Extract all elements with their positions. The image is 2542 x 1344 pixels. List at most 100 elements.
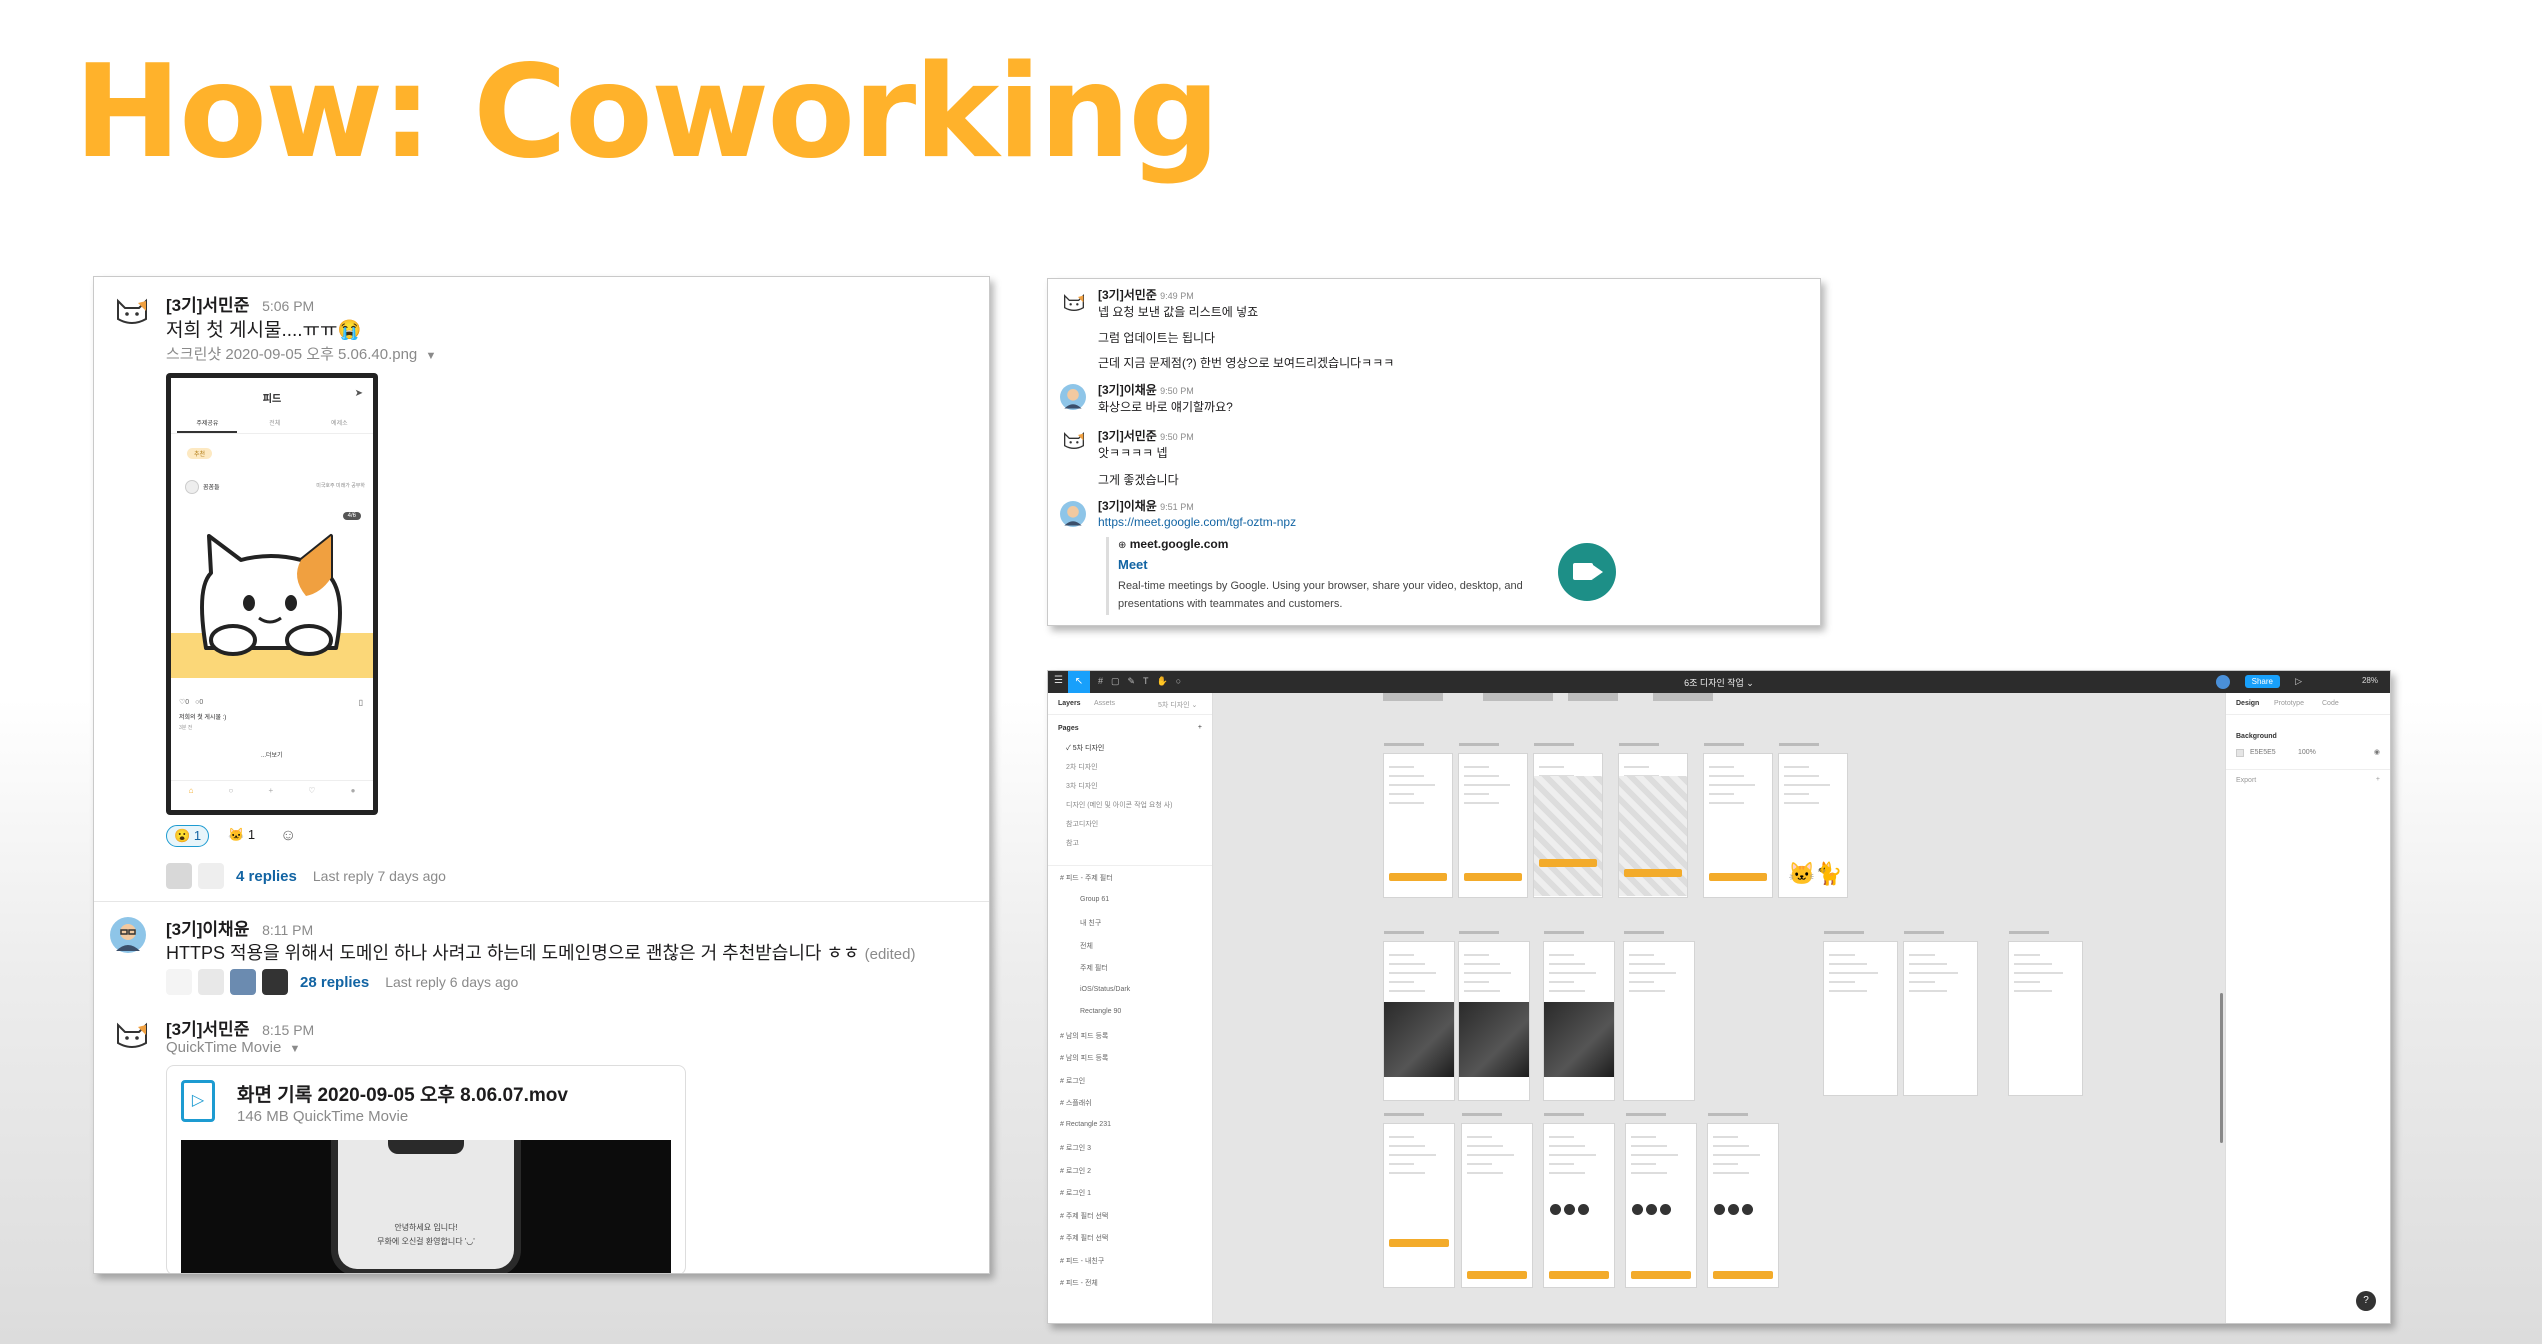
tab-design[interactable]: Design <box>2236 700 2259 707</box>
file-name[interactable]: 화면 기록 2020-09-05 오후 8.06.07.mov <box>237 1080 568 1107</box>
figma-layer-item[interactable]: # 피드 - 내친구 <box>1060 1256 1130 1279</box>
figma-page-item[interactable]: ✓ 5차 디자인 <box>1066 743 1173 762</box>
tab-layers[interactable]: Layers <box>1058 700 1081 707</box>
message-author[interactable]: [3기]이채윤 <box>1098 383 1157 397</box>
preview-title[interactable]: Meet <box>1118 557 1148 572</box>
figma-layer-item[interactable]: # 로그인 <box>1060 1076 1130 1099</box>
figma-layer-item[interactable]: # 스플래쉬 <box>1060 1098 1130 1121</box>
add-page-icon[interactable]: + <box>1198 724 1202 731</box>
figma-page-item[interactable]: 3차 디자인 <box>1066 781 1173 800</box>
message-author[interactable]: [3기]서민준 <box>166 296 249 315</box>
design-frame[interactable] <box>1383 743 1453 898</box>
chevron-down-icon[interactable]: ▼ <box>289 1043 300 1055</box>
figma-layer-item[interactable]: 내 친구 <box>1060 918 1130 941</box>
person-avatar[interactable] <box>1060 501 1086 532</box>
present-icon[interactable]: ▷ <box>2295 676 2302 687</box>
add-export-icon[interactable]: + <box>2376 776 2380 783</box>
attachment-name[interactable]: 스크린샷 2020-09-05 오후 5.06.40.png <box>166 346 417 363</box>
canvas-scrollbar[interactable] <box>2220 993 2223 1143</box>
figma-layer-item[interactable]: # 로그인 1 <box>1060 1188 1130 1211</box>
design-frame[interactable] <box>1543 931 1615 1101</box>
bg-swatch[interactable] <box>2236 749 2244 757</box>
design-frame[interactable] <box>1903 931 1978 1096</box>
help-button[interactable]: ? <box>2356 1291 2376 1311</box>
figma-layer-item[interactable]: # 남의 피드 등록 <box>1060 1031 1130 1054</box>
design-frame[interactable] <box>1458 931 1530 1101</box>
cat-avatar[interactable] <box>1062 293 1086 318</box>
replies-link[interactable]: 28 replies <box>300 974 369 991</box>
message-time[interactable]: 5:06 PM <box>262 298 314 314</box>
cat-avatar[interactable] <box>1062 431 1086 456</box>
figma-layer-item[interactable]: # Rectangle 231 <box>1060 1121 1130 1144</box>
reaction-1[interactable]: 😮 1 <box>166 825 210 847</box>
message-author[interactable]: [3기]서민준 <box>1098 429 1157 443</box>
message-time[interactable]: 8:15 PM <box>262 1022 314 1038</box>
figma-canvas[interactable]: 🐱🐈 <box>1213 693 2227 1323</box>
message-author[interactable]: [3기]이채윤 <box>166 920 249 939</box>
page-selector[interactable]: 5차 디자인 ⌄ <box>1158 700 1197 710</box>
figma-page-item[interactable]: 참고 <box>1066 838 1173 857</box>
eye-icon[interactable]: ◉ <box>2374 748 2380 756</box>
figma-page-item[interactable]: 참고디자인 <box>1066 819 1173 838</box>
design-frame[interactable] <box>1543 1113 1615 1288</box>
file-title[interactable]: 6조 디자인 작업 ⌄ <box>1048 676 2390 689</box>
figma-layer-item[interactable]: # 피드 - 주제 필터 <box>1060 873 1130 896</box>
design-frame[interactable] <box>1533 743 1603 898</box>
figma-layer-item[interactable]: Group 61 <box>1060 896 1130 919</box>
preview-site[interactable]: meet.google.com <box>1130 537 1229 551</box>
bg-hex[interactable]: E5E5E5 <box>2250 749 2276 756</box>
figma-layer-item[interactable]: # 로그인 2 <box>1060 1166 1130 1189</box>
design-frame[interactable] <box>1618 743 1688 898</box>
zoom-level[interactable]: 28% <box>2362 676 2378 685</box>
reaction-2[interactable]: 🐱 1 <box>222 825 261 845</box>
figma-page-item[interactable]: 2차 디자인 <box>1066 762 1173 781</box>
add-reaction-icon[interactable]: ☺ <box>280 827 296 845</box>
design-frame[interactable] <box>1703 743 1773 898</box>
design-frame[interactable] <box>1823 931 1898 1096</box>
design-frame[interactable] <box>1623 931 1695 1101</box>
person-avatar[interactable] <box>110 917 146 958</box>
design-frame[interactable] <box>1625 1113 1697 1288</box>
message-time[interactable]: 9:51 PM <box>1160 502 1194 512</box>
phone-screenshot[interactable]: 피드 ➤ 주제공유 전체 예제소 추천 꼼꼼들 미국호주 미래가 공부하 4/6 <box>166 373 378 815</box>
cat-avatar[interactable] <box>114 1021 150 1056</box>
tab-prototype[interactable]: Prototype <box>2274 700 2304 707</box>
design-frame[interactable] <box>1383 931 1455 1101</box>
design-frame[interactable] <box>1383 1113 1455 1288</box>
user-avatar[interactable] <box>2216 675 2230 689</box>
meet-link[interactable]: https://meet.google.com/tgf-oztm-npz <box>1098 515 1296 529</box>
figma-layer-item[interactable]: # 남의 피드 등록 <box>1060 1053 1130 1076</box>
message-time[interactable]: 8:11 PM <box>262 922 313 938</box>
design-frame[interactable] <box>1458 743 1528 898</box>
bg-opacity[interactable]: 100% <box>2298 749 2316 756</box>
message-time[interactable]: 9:50 PM <box>1160 386 1194 396</box>
figma-page-item[interactable]: 디자인 (메인 및 아이콘 작업 요청 사) <box>1066 800 1173 819</box>
google-meet-icon[interactable] <box>1558 543 1616 601</box>
design-frame[interactable] <box>1461 1113 1533 1288</box>
person-avatar[interactable] <box>1060 384 1086 415</box>
replies-link[interactable]: 4 replies <box>236 868 297 885</box>
figma-layer-item[interactable]: 주제 필터 <box>1060 963 1130 986</box>
share-button[interactable]: Share <box>2244 675 2280 688</box>
file-type-label[interactable]: QuickTime Movie <box>166 1039 281 1056</box>
design-frame[interactable] <box>1707 1113 1779 1288</box>
cat-avatar[interactable] <box>114 297 150 332</box>
message-time[interactable]: 9:49 PM <box>1160 291 1194 301</box>
video-preview[interactable]: 안녕하세요 입니다! 무화에 오신걸 환영합니다 '◡' <box>181 1140 671 1273</box>
figma-layer-item[interactable]: Rectangle 90 <box>1060 1008 1130 1031</box>
design-frame[interactable] <box>2008 931 2083 1096</box>
tab-assets[interactable]: Assets <box>1094 700 1115 707</box>
tab-code[interactable]: Code <box>2322 700 2339 707</box>
message-author[interactable]: [3기]이채윤 <box>1098 499 1157 513</box>
figma-layer-item[interactable]: # 피드 - 전체 <box>1060 1278 1130 1301</box>
file-card[interactable]: ▷ 화면 기록 2020-09-05 오후 8.06.07.mov 146 MB… <box>166 1065 686 1273</box>
figma-layer-item[interactable]: iOS/Status/Dark <box>1060 986 1130 1009</box>
message-time[interactable]: 9:50 PM <box>1160 432 1194 442</box>
figma-layer-item[interactable]: # 로그인 3 <box>1060 1143 1130 1166</box>
chevron-down-icon[interactable]: ▼ <box>425 350 436 362</box>
figma-layer-item[interactable]: 전체 <box>1060 941 1130 964</box>
message-author[interactable]: [3기]서민준 <box>1098 288 1157 302</box>
figma-layer-item[interactable]: # 주제 필터 선택 <box>1060 1211 1130 1234</box>
figma-layer-item[interactable]: # 주제 필터 선택 <box>1060 1233 1130 1256</box>
message-author[interactable]: [3기]서민준 <box>166 1020 249 1039</box>
